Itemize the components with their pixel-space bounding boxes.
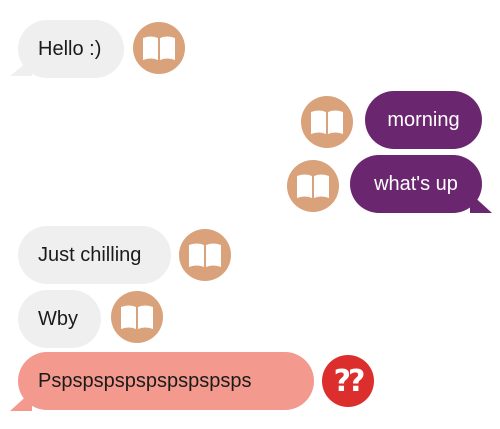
message-bubble-incoming[interactable]: Wby [18, 290, 101, 348]
message-bubble-outgoing[interactable]: morning [365, 91, 482, 149]
open-book-icon [301, 96, 353, 148]
open-book-icon [143, 36, 175, 60]
message-text: morning [387, 108, 460, 131]
message-bubble-outgoing[interactable]: what's up [350, 155, 482, 213]
open-book-icon [179, 229, 231, 281]
open-book-icon [133, 22, 185, 74]
open-book-icon [121, 305, 153, 329]
message-text: Hello :) [38, 37, 102, 60]
message-bubble-incoming[interactable]: Just chilling [18, 226, 171, 284]
open-book-icon [297, 174, 329, 198]
message-text: what's up [374, 172, 458, 195]
message-text: Wby [38, 307, 78, 330]
message-bubble-incoming[interactable]: Pspspspspspspspspsps [18, 352, 314, 410]
message-text: Pspspspspspspspspsps [38, 369, 252, 392]
red-question-marks-icon: ?? [322, 355, 374, 407]
message-text: Just chilling [38, 243, 142, 266]
message-bubble-incoming[interactable]: Hello :) [18, 20, 124, 78]
open-book-icon [287, 160, 339, 212]
open-book-icon [311, 110, 343, 134]
question-marks-label: ?? [333, 363, 366, 399]
open-book-icon [189, 243, 221, 267]
open-book-icon [111, 291, 163, 343]
